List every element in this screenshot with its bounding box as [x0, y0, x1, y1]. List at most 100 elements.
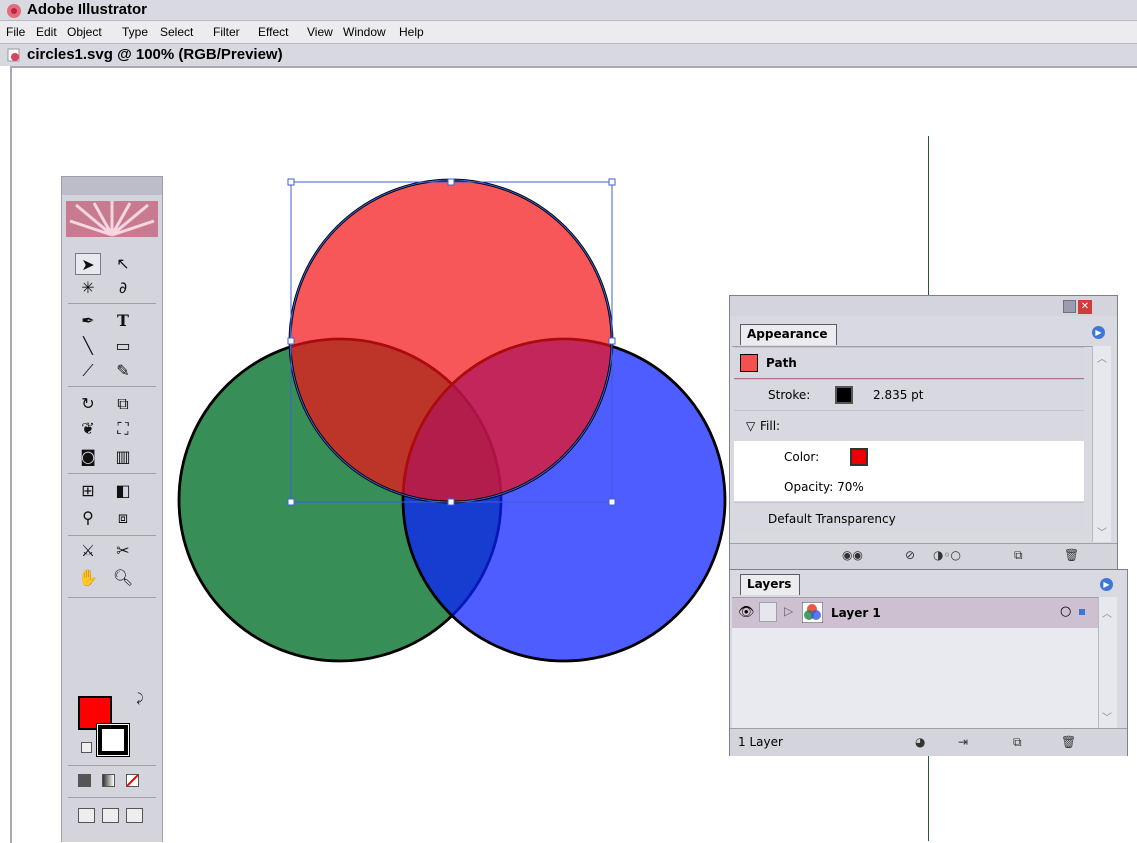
layer-name[interactable]: Layer 1: [831, 606, 881, 620]
expand-layer-triangle-icon[interactable]: ▷: [784, 604, 793, 618]
scroll-up-icon[interactable]: ︿: [1102, 605, 1112, 620]
scroll-down-icon[interactable]: ﹀: [1102, 709, 1112, 724]
color-label: Color:: [784, 450, 820, 464]
column-graph-tool-icon[interactable]: ▥: [110, 446, 136, 468]
appearance-panel-titlebar[interactable]: [730, 296, 1117, 316]
fill-stroke-swatches: ⤸: [62, 177, 144, 755]
type-tool-icon[interactable]: T: [110, 310, 136, 332]
appearance-list: Path Stroke: 2.835 pt ▽ Fill: Color: Opa…: [732, 346, 1092, 543]
scissors-tool-icon[interactable]: ✂: [110, 540, 136, 562]
handle-middle-left: [287, 337, 295, 345]
delete-item-icon[interactable]: 🗑︎: [1064, 548, 1079, 562]
selected-art-indicator-icon[interactable]: [1079, 609, 1085, 615]
mesh-tool-icon[interactable]: ⊞: [75, 480, 101, 502]
appearance-scrollbar[interactable]: ︿ ﹀: [1092, 346, 1111, 542]
visibility-eye-icon[interactable]: 👁︎: [738, 605, 755, 620]
appearance-row-default-transparency[interactable]: Default Transparency: [734, 502, 1084, 533]
toolbox-grip[interactable]: [62, 177, 162, 195]
lock-toggle-box[interactable]: [759, 602, 777, 622]
layers-scrollbar[interactable]: ︿ ﹀: [1098, 597, 1117, 728]
toolbox-divider: [68, 386, 156, 387]
toolbox-divider: [68, 303, 156, 304]
layers-panel: Layers ▶ 👁︎ ▷ Layer 1 ○ ︿ ﹀ 1 Layer ◕ ⇥ …: [729, 569, 1128, 756]
appearance-row-fill[interactable]: ▽ Fill:: [734, 410, 1084, 441]
handle-bottom-left: [287, 498, 295, 506]
appearance-row-stroke[interactable]: Stroke: 2.835 pt: [734, 379, 1084, 410]
gradient-tool-icon[interactable]: ◧: [110, 480, 136, 502]
tab-layers[interactable]: Layers: [740, 574, 801, 595]
symbol-sprayer-tool-icon[interactable]: ◙: [75, 446, 101, 468]
target-circle-icon[interactable]: ○: [1060, 604, 1071, 619]
new-art-maintains-appearance-icon[interactable]: ◉◉: [842, 548, 863, 562]
toolbox-flower-logo: [66, 201, 158, 237]
handle-bottom-center: [447, 498, 455, 506]
stroke-color-swatch[interactable]: [98, 725, 128, 755]
gradient-mode-icon[interactable]: [102, 774, 115, 787]
full-screen-mode-icon[interactable]: [126, 808, 143, 823]
scroll-up-icon[interactable]: ︿: [1097, 350, 1107, 365]
fill-expand-triangle-icon[interactable]: ▽: [746, 419, 755, 433]
appearance-panel: ✕ Appearance ▶ Path Stroke: 2.835 pt ▽ F…: [729, 295, 1118, 570]
path-label: Path: [766, 356, 797, 370]
pen-tool-icon[interactable]: ✒: [75, 310, 101, 332]
eyedropper-tool-icon[interactable]: ⚲: [75, 507, 101, 529]
hand-tool-icon[interactable]: ✋: [75, 567, 101, 589]
create-new-sublayer-icon[interactable]: ⇥: [958, 735, 968, 749]
default-fill-stroke-icon[interactable]: [81, 742, 92, 753]
scale-tool-icon[interactable]: ⧉: [110, 393, 136, 415]
toolbox-divider: [68, 765, 156, 766]
reduce-to-basic-appearance-icon[interactable]: ◑◦○: [933, 548, 961, 562]
fill-color-swatch-small: [850, 448, 868, 466]
create-new-layer-icon[interactable]: ⧉: [1013, 735, 1022, 750]
tab-appearance[interactable]: Appearance: [740, 324, 837, 345]
make-clipping-mask-icon[interactable]: ◕: [915, 735, 925, 749]
opacity-label: Opacity: 70%: [784, 480, 864, 494]
layers-list-empty-area: [732, 628, 1098, 728]
selection-tool-icon[interactable]: ➤: [75, 253, 101, 275]
full-screen-menu-mode-icon[interactable]: [102, 808, 119, 823]
paintbrush-tool-icon[interactable]: ⟋: [75, 360, 101, 382]
layer-row[interactable]: 👁︎ ▷ Layer 1 ○: [732, 597, 1098, 629]
duplicate-item-icon[interactable]: ⧉: [1014, 548, 1023, 563]
none-mode-icon[interactable]: [126, 774, 139, 787]
appearance-panel-menu-icon[interactable]: ▶: [1092, 326, 1105, 339]
handle-top-right: [608, 178, 616, 186]
standard-screen-mode-icon[interactable]: [78, 808, 95, 823]
layers-footer: 1 Layer ◕ ⇥ ⧉ 🗑︎: [730, 728, 1127, 756]
stroke-value: 2.835 pt: [873, 388, 924, 402]
slice-tool-icon[interactable]: ⚔: [75, 540, 101, 562]
red-circle[interactable]: [288, 178, 614, 504]
delete-layer-icon[interactable]: 🗑︎: [1061, 735, 1076, 749]
color-mode-icon[interactable]: [78, 774, 91, 787]
clear-appearance-icon[interactable]: ⊘: [905, 548, 915, 562]
layers-panel-menu-icon[interactable]: ▶: [1100, 578, 1113, 591]
stroke-swatch-small: [835, 386, 853, 404]
free-transform-tool-icon[interactable]: ⛶: [110, 418, 136, 440]
blend-tool-icon[interactable]: ⧈: [110, 507, 136, 529]
swap-fill-stroke-icon[interactable]: ⤸: [130, 687, 150, 709]
toolbox-divider: [68, 597, 156, 598]
toolbox-divider: [68, 473, 156, 474]
appearance-row-path[interactable]: Path: [734, 347, 1084, 379]
layer-thumbnail-icon: [802, 602, 823, 623]
toolbox-divider: [68, 797, 156, 798]
pencil-tool-icon[interactable]: ✎: [110, 360, 136, 382]
handle-bottom-right: [608, 498, 616, 506]
minimize-icon[interactable]: [1063, 300, 1076, 313]
scroll-down-icon[interactable]: ﹀: [1097, 524, 1107, 539]
handle-top-left: [287, 178, 295, 186]
line-segment-tool-icon[interactable]: ╲: [75, 335, 101, 357]
appearance-footer: ◉◉ ⊘ ◑◦○ ⧉ 🗑︎: [730, 543, 1117, 570]
direct-selection-tool-icon[interactable]: ↖: [110, 253, 136, 275]
appearance-row-color[interactable]: Color:: [734, 441, 1084, 471]
magic-wand-tool-icon[interactable]: ✳: [75, 277, 101, 299]
toolbox: ➤ ↖ ✳ ∂ ✒ T ╲ ▭ ⟋ ✎ ↻ ⧉ ❦ ⛶ ◙ ▥ ⊞ ◧ ⚲ ⧈ …: [61, 176, 163, 842]
warp-tool-icon[interactable]: ❦: [75, 418, 101, 440]
close-icon[interactable]: ✕: [1078, 300, 1092, 314]
layer-count: 1 Layer: [738, 735, 783, 749]
rotate-tool-icon[interactable]: ↻: [75, 393, 101, 415]
rectangle-tool-icon[interactable]: ▭: [110, 335, 136, 357]
appearance-row-opacity[interactable]: Opacity: 70%: [734, 471, 1084, 501]
zoom-tool-icon[interactable]: 🔍︎: [110, 567, 136, 589]
lasso-tool-icon[interactable]: ∂: [110, 277, 136, 299]
